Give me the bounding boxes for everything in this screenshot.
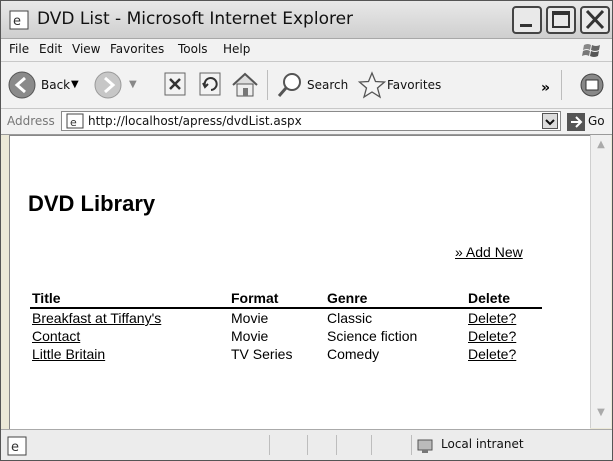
delete-link[interactable]: Delete? [468,328,516,344]
search-icon [277,73,301,97]
menu-edit[interactable]: Edit [39,42,62,56]
star-icon [357,71,387,99]
menu-help[interactable]: Help [223,42,250,56]
back-arrow-icon [8,71,36,99]
status-divider [307,435,308,455]
dvd-format: TV Series [231,346,293,362]
stop-icon [164,72,186,96]
scroll-down-icon[interactable]: ▼ [594,407,608,421]
window-title: DVD List - Microsoft Internet Explorer [37,9,354,29]
page-title: DVD Library [28,191,156,216]
ie-page-icon[interactable]: e [9,10,29,30]
table-header-row: Title Format Genre Delete [30,288,542,309]
toolbar: Back ▼ ▼ Search Favorites » [1,62,612,109]
delete-link[interactable]: Delete? [468,346,516,362]
vertical-scrollbar[interactable]: ▲ ▼ [590,135,611,428]
local-intranet-icon [415,437,437,455]
dvd-genre: Comedy [327,346,380,362]
forward-arrow-icon [94,71,122,99]
menu-bar: File Edit View Favorites Tools Help [1,39,612,62]
home-button[interactable] [229,70,261,100]
favorites-label: Favorites [387,78,442,92]
search-button[interactable]: Search [275,70,351,100]
table-row: Breakfast at Tiffany's Movie Classic Del… [30,308,542,327]
title-bar: e DVD List - Microsoft Internet Explorer [1,1,612,39]
maximize-button[interactable] [546,6,576,34]
column-header-format: Format [229,288,325,309]
status-divider [371,435,372,455]
favorites-button[interactable]: Favorites [357,70,467,100]
go-button[interactable]: Go [566,112,606,132]
go-arrow-icon [567,113,585,131]
minimize-button[interactable] [512,6,542,34]
dvd-genre: Classic [327,310,373,326]
page-content: DVD Library » Add New Title Format Genre… [9,135,590,429]
security-zone-label: Local intranet [441,437,524,451]
address-label: Address [7,114,55,128]
table-row: Little Britain TV Series Comedy Delete? [30,345,542,363]
svg-text:e: e [11,440,19,455]
status-bar: e Local intranet [1,429,612,460]
browser-window: e DVD List - Microsoft Internet Explorer… [0,0,613,461]
refresh-icon [199,72,221,96]
dvd-format: Movie [231,310,269,326]
status-divider [336,435,337,455]
table-row: Contact Movie Science fiction Delete? [30,327,542,345]
go-label: Go [588,114,605,128]
menu-tools[interactable]: Tools [178,42,208,56]
back-button[interactable]: Back ▼ [7,70,85,100]
status-divider [411,435,412,455]
research-icon [580,73,604,97]
status-divider [269,435,270,455]
dvd-table: Title Format Genre Delete Breakfast at T… [30,288,542,363]
home-icon [232,72,258,97]
address-input[interactable]: e http://localhost/apress/dvdList.aspx [61,111,561,131]
ie-page-icon: e [7,436,27,456]
stop-button[interactable] [161,70,191,100]
back-label: Back [41,78,71,92]
column-header-title: Title [30,288,229,309]
svg-text:e: e [70,116,77,129]
menu-view[interactable]: View [72,42,100,56]
menu-favorites[interactable]: Favorites [110,42,164,56]
ie-page-icon: e [66,113,84,129]
svg-text:e: e [13,14,21,29]
toolbar-separator [267,70,268,100]
toolbar-overflow-icon[interactable]: » [541,80,550,96]
address-url: http://localhost/apress/dvdList.aspx [88,114,302,128]
add-new-link[interactable]: » Add New [455,244,523,260]
dvd-title-link[interactable]: Little Britain [32,346,105,362]
dvd-title-link[interactable]: Contact [32,328,80,344]
refresh-button[interactable] [196,70,226,100]
toolbar-separator [561,70,562,100]
dvd-genre: Science fiction [327,328,418,344]
address-bar: Address e http://localhost/apress/dvdLis… [1,109,612,135]
dvd-title-link[interactable]: Breakfast at Tiffany's [32,310,161,326]
close-button[interactable] [580,6,610,34]
search-label: Search [307,78,349,92]
dvd-format: Movie [231,328,269,344]
delete-link[interactable]: Delete? [468,310,516,326]
chevron-down-icon [545,119,555,126]
menu-file[interactable]: File [9,42,29,56]
column-header-genre: Genre [325,288,466,309]
windows-logo-icon [580,41,604,59]
back-dropdown-icon[interactable]: ▼ [71,79,79,90]
column-header-delete: Delete [466,288,542,309]
research-button[interactable] [577,70,607,100]
forward-dropdown-icon[interactable]: ▼ [129,79,137,90]
forward-button[interactable]: ▼ [93,70,145,100]
scroll-up-icon[interactable]: ▲ [594,139,608,153]
address-dropdown-button[interactable] [542,113,558,129]
